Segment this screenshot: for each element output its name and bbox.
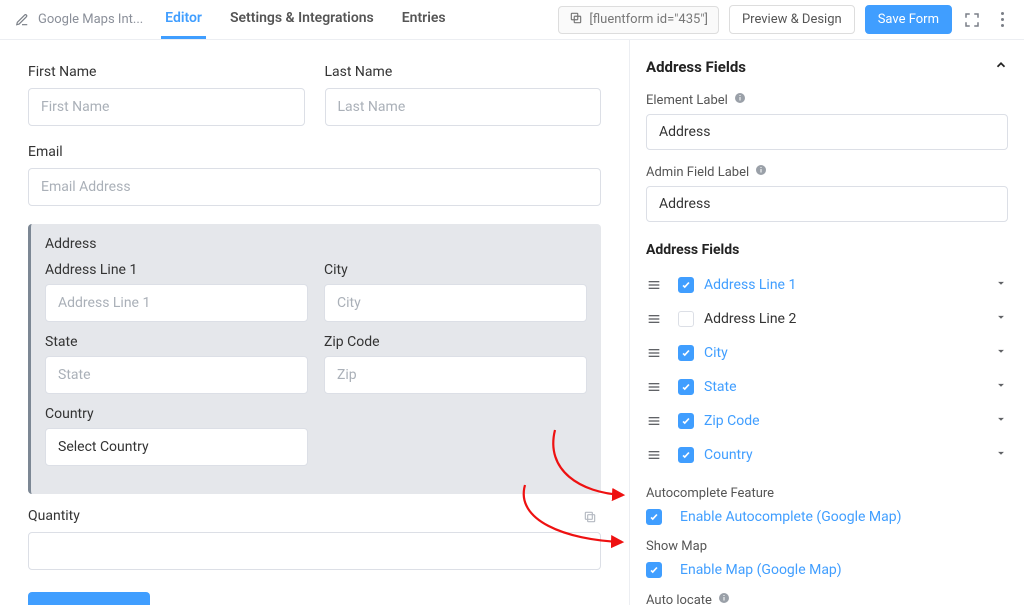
info-icon[interactable] [734,92,746,108]
settings-sidebar: Address Fields Element Label Admin Field… [629,40,1024,605]
top-right: [fluentform id="435"] Preview & Design S… [558,5,1012,34]
shortcode-text: [fluentform id="435"] [589,12,708,27]
breadcrumb: Google Maps Int... [12,10,143,30]
state-label: State [45,334,308,350]
field-label: Country [704,447,753,463]
first-name-input[interactable] [28,88,305,126]
caret-down-icon[interactable] [994,412,1008,430]
edit-icon [12,10,32,30]
autocomplete-checkbox[interactable] [646,509,662,525]
tab-settings[interactable]: Settings & Integrations [226,0,378,39]
zip-label: Zip Code [324,334,587,350]
zip-input[interactable] [324,356,587,394]
admin-label-label: Admin Field Label [646,164,1008,180]
autolocate-title: Auto locate [646,592,1008,605]
top-tabs: Editor Settings & Integrations Entries [161,0,449,39]
field-label: Address Line 2 [704,311,796,327]
field-row[interactable]: Zip Code [646,404,1008,438]
form-canvas: First Name Last Name Email Address Addre… [0,40,629,605]
chevron-up-icon [994,58,1008,76]
info-icon[interactable] [718,592,730,605]
tab-editor[interactable]: Editor [161,0,206,39]
last-name-label: Last Name [325,64,602,80]
field-label: City [704,345,728,361]
caret-down-icon[interactable] [994,310,1008,328]
breadcrumb-text: Google Maps Int... [38,12,143,27]
shortcode-box[interactable]: [fluentform id="435"] [558,6,719,34]
field-checkbox[interactable] [678,345,694,361]
quantity-label: Quantity [28,508,601,524]
drag-handle-icon[interactable] [646,311,664,327]
state-input[interactable] [45,356,308,394]
autocomplete-label: Enable Autocomplete (Google Map) [680,509,901,525]
duplicate-icon[interactable] [583,510,597,528]
field-checkbox[interactable] [678,311,694,327]
field-checkbox[interactable] [678,413,694,429]
field-row[interactable]: State [646,370,1008,404]
address-fields-title: Address Fields [646,242,1008,258]
address-block-title: Address [45,236,587,252]
field-row[interactable]: City [646,336,1008,370]
caret-down-icon[interactable] [994,446,1008,464]
field-label: Address Line 1 [704,277,796,293]
field-label: Zip Code [704,413,760,429]
field-row[interactable]: Country [646,438,1008,472]
field-checkbox[interactable] [678,379,694,395]
tab-entries[interactable]: Entries [398,0,450,39]
show-map-checkbox[interactable] [646,562,662,578]
drag-handle-icon[interactable] [646,447,664,463]
quantity-input[interactable] [28,532,601,570]
address-line1-input[interactable] [45,284,308,322]
top-bar: Google Maps Int... Editor Settings & Int… [0,0,1024,40]
field-checkbox[interactable] [678,447,694,463]
submit-button[interactable]: Submit Form [28,592,150,605]
sidebar-section-header[interactable]: Address Fields [646,58,1008,76]
element-label-input[interactable] [646,114,1008,150]
country-select[interactable]: Select Country [45,428,308,466]
admin-label-input[interactable] [646,186,1008,222]
drag-handle-icon[interactable] [646,379,664,395]
save-button[interactable]: Save Form [865,5,952,34]
show-map-label: Enable Map (Google Map) [680,562,842,578]
city-label: City [324,262,587,278]
drag-handle-icon[interactable] [646,345,664,361]
city-input[interactable] [324,284,587,322]
email-input[interactable] [28,168,601,206]
copy-icon [569,11,583,29]
caret-down-icon[interactable] [994,276,1008,294]
preview-button[interactable]: Preview & Design [729,5,855,34]
info-icon[interactable] [755,164,767,180]
autocomplete-title: Autocomplete Feature [646,486,1008,501]
field-label: State [704,379,737,395]
email-label: Email [28,144,601,160]
first-name-label: First Name [28,64,305,80]
drag-handle-icon[interactable] [646,413,664,429]
field-row[interactable]: Address Line 2 [646,302,1008,336]
address-line1-label: Address Line 1 [45,262,308,278]
country-label: Country [45,406,308,422]
element-label-label: Element Label [646,92,1008,108]
last-name-input[interactable] [325,88,602,126]
address-block[interactable]: Address Address Line 1 City State Zip Co… [28,224,601,494]
more-icon[interactable] [992,10,1012,30]
show-map-title: Show Map [646,539,1008,554]
caret-down-icon[interactable] [994,344,1008,362]
caret-down-icon[interactable] [994,378,1008,396]
field-row[interactable]: Address Line 1 [646,268,1008,302]
drag-handle-icon[interactable] [646,277,664,293]
fullscreen-icon[interactable] [962,10,982,30]
field-checkbox[interactable] [678,277,694,293]
